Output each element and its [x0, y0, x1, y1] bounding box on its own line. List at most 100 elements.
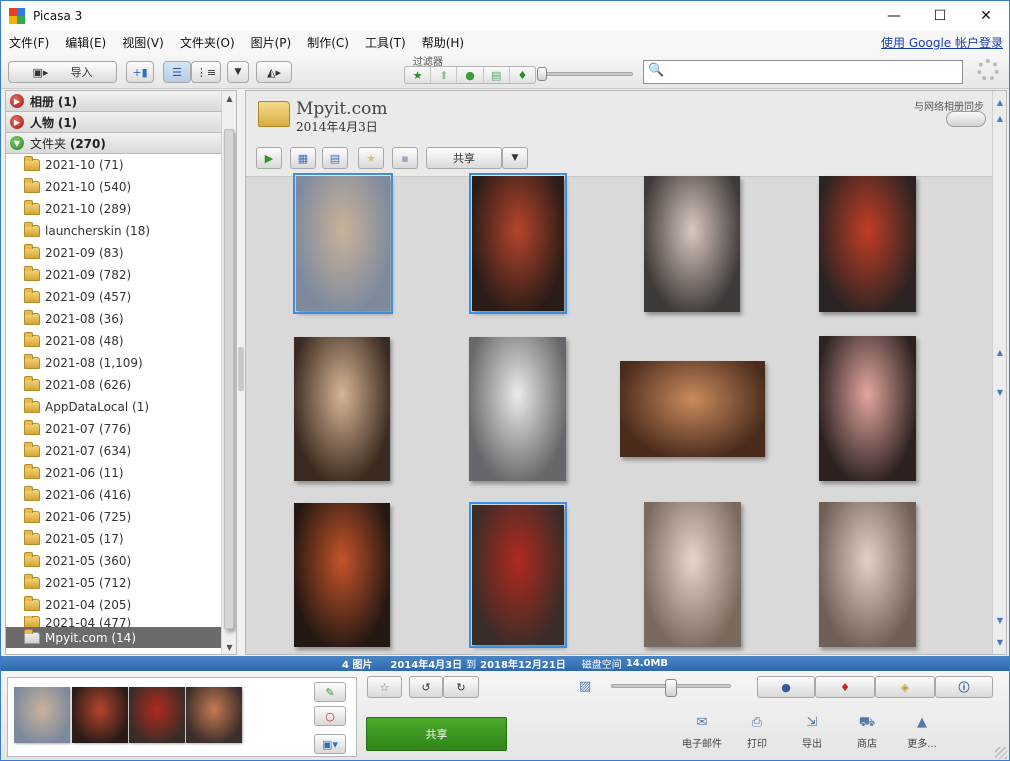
photo-thumbnail[interactable] — [620, 361, 765, 457]
group-folders[interactable]: ▼ 文件夹 (270) — [6, 133, 222, 154]
group-albums[interactable]: ▶ 相册 (1) — [6, 91, 222, 112]
date-filter-slider[interactable] — [537, 67, 547, 81]
filter-movies-button[interactable]: ▤ — [484, 67, 510, 83]
resize-grip[interactable] — [995, 747, 1007, 759]
people-button[interactable]: ● — [757, 676, 815, 698]
folder-item[interactable]: 2021-10 (540) — [6, 176, 222, 198]
print-button[interactable]: ⎙ 打印 — [729, 715, 785, 750]
folder-item[interactable]: 2021-05 (360) — [6, 550, 222, 572]
sync-toggle[interactable] — [946, 111, 986, 127]
photo-thumbnail[interactable] — [294, 503, 390, 647]
folder-item[interactable]: 2021-10 (289) — [6, 198, 222, 220]
folder-item-selected[interactable]: Mpyit.com (14) — [6, 627, 222, 648]
add-to-album-dropdown[interactable]: ▣▾ — [314, 734, 346, 754]
folder-item[interactable]: 2021-09 (83) — [6, 242, 222, 264]
menu-help[interactable]: 帮助(H) — [414, 34, 472, 51]
folder-item[interactable]: 2021-09 (457) — [6, 286, 222, 308]
email-button[interactable]: ✉ 电子邮件 — [674, 715, 730, 750]
thumbnail-size-slider[interactable] — [665, 679, 677, 697]
share-button[interactable]: 共享 — [366, 717, 507, 751]
collage-button[interactable]: ▦ — [290, 147, 316, 169]
close-button[interactable]: ✕ — [963, 1, 1009, 31]
photo-thumbnail[interactable] — [644, 502, 741, 647]
tags-button[interactable]: ◈ — [875, 676, 935, 698]
folder-item[interactable]: 2021-06 (725) — [6, 506, 222, 528]
tray-photo-thumbnail[interactable] — [72, 687, 128, 743]
save-button[interactable]: ▪ — [392, 147, 418, 169]
rotate-left-button[interactable]: ↺ — [409, 676, 443, 698]
folder-item[interactable]: 2021-06 (11) — [6, 462, 222, 484]
movie-button[interactable]: ▤ — [322, 147, 348, 169]
geotag-button[interactable]: ♦ — [815, 676, 875, 698]
scroll-page-up-icon[interactable]: ▲ — [993, 345, 1006, 359]
search-input[interactable]: 🔍 — [643, 60, 963, 84]
menu-create[interactable]: 制作(C) — [299, 34, 357, 51]
panel-splitter[interactable] — [238, 347, 244, 391]
tray-photo-thumbnail[interactable] — [186, 687, 242, 743]
scrollbar-thumb[interactable] — [224, 129, 234, 629]
menu-picture[interactable]: 图片(P) — [243, 34, 300, 51]
photo-thumbnail[interactable] — [469, 337, 566, 481]
folder-item[interactable]: 2021-05 (17) — [6, 528, 222, 550]
menu-folder[interactable]: 文件夹(O) — [172, 34, 243, 51]
menu-view[interactable]: 视图(V) — [114, 34, 172, 51]
google-signin-link[interactable]: 使用 Google 帐户登录 — [881, 34, 1003, 51]
folder-item[interactable]: launcherskin (18) — [6, 220, 222, 242]
web-albums-button[interactable]: ◭▸ — [256, 61, 292, 83]
scroll-top-icon[interactable]: ▲ — [993, 95, 1006, 109]
photo-thumbnail[interactable] — [294, 337, 390, 481]
folder-item[interactable]: 2021-08 (36) — [6, 308, 222, 330]
folder-item[interactable]: 2021-08 (1,109) — [6, 352, 222, 374]
scroll-up-arrow-icon[interactable]: ▲ — [222, 91, 236, 105]
rotate-right-button[interactable]: ↻ — [443, 676, 479, 698]
scroll-up-arrow-icon[interactable]: ▲ — [993, 111, 1006, 125]
photo-thumbnail[interactable] — [293, 173, 393, 314]
menu-edit[interactable]: 编辑(E) — [57, 34, 114, 51]
folder-item[interactable]: 2021-09 (782) — [6, 264, 222, 286]
menu-file[interactable]: 文件(F) — [1, 34, 57, 51]
properties-button[interactable]: ⓘ — [935, 676, 993, 698]
folder-item[interactable]: 2021-04 (205) — [6, 594, 222, 616]
folder-item[interactable]: AppDataLocal (1) — [6, 396, 222, 418]
flat-view-button[interactable]: ☰ — [163, 61, 191, 83]
star-button[interactable]: ★ — [358, 147, 384, 169]
album-share-button[interactable]: 共享 — [426, 147, 502, 169]
photo-thumbnail[interactable] — [644, 176, 740, 312]
more-button[interactable]: ▲ 更多... — [894, 715, 950, 750]
filter-uploaded-button[interactable]: ⬆ — [431, 67, 458, 83]
folder-item[interactable]: 2021-08 (48) — [6, 330, 222, 352]
tray-photo-thumbnail[interactable] — [14, 687, 70, 743]
minimize-button[interactable]: — — [871, 1, 917, 31]
tray-photo-thumbnail[interactable] — [129, 687, 185, 743]
folder-item[interactable]: 2021-07 (776) — [6, 418, 222, 440]
library-scrollbar[interactable]: ▲ ▼ — [221, 91, 236, 654]
photo-thumbnail[interactable] — [469, 502, 567, 648]
scroll-down-arrow-icon[interactable]: ▼ — [222, 640, 236, 654]
maximize-button[interactable]: ☐ — [917, 1, 963, 31]
scroll-down-arrow-icon[interactable]: ▼ — [993, 613, 1006, 627]
hold-selection-button[interactable]: ✎ — [314, 682, 346, 702]
photo-thumbnail[interactable] — [819, 336, 916, 481]
slideshow-button[interactable]: ▶ — [256, 147, 282, 169]
folder-item[interactable]: 2021-10 (71) — [6, 154, 222, 176]
photo-thumbnail[interactable] — [469, 173, 567, 314]
view-options-dropdown[interactable]: ▼ — [227, 61, 249, 83]
photo-thumbnail[interactable] — [819, 502, 916, 647]
scroll-bottom-icon[interactable]: ▼ — [993, 635, 1006, 649]
photo-browser-scrollbar[interactable]: ▲ ▲ ▲ ▼ ▼ ▼ — [992, 91, 1006, 654]
import-button[interactable]: ▣▸ 导入 — [8, 61, 117, 83]
add-to-album-button[interactable]: +▮ — [126, 61, 154, 83]
photo-thumbnail[interactable] — [819, 176, 916, 312]
shop-button[interactable]: ⛟ 商店 — [839, 715, 895, 750]
group-people[interactable]: ▶ 人物 (1) — [6, 112, 222, 133]
scroll-page-down-icon[interactable]: ▼ — [993, 385, 1006, 399]
folder-item[interactable]: 2021-05 (712) — [6, 572, 222, 594]
folder-item[interactable]: 2021-07 (634) — [6, 440, 222, 462]
menu-tools[interactable]: 工具(T) — [357, 34, 414, 51]
clear-selection-button[interactable]: ○ — [314, 706, 346, 726]
share-dropdown-button[interactable]: ▼ — [502, 147, 528, 169]
star-button[interactable]: ☆ — [367, 676, 402, 698]
filter-starred-button[interactable]: ★ — [405, 67, 432, 83]
filter-faces-button[interactable]: ● — [457, 67, 484, 83]
tree-view-button[interactable]: ⋮≡ — [191, 61, 221, 83]
